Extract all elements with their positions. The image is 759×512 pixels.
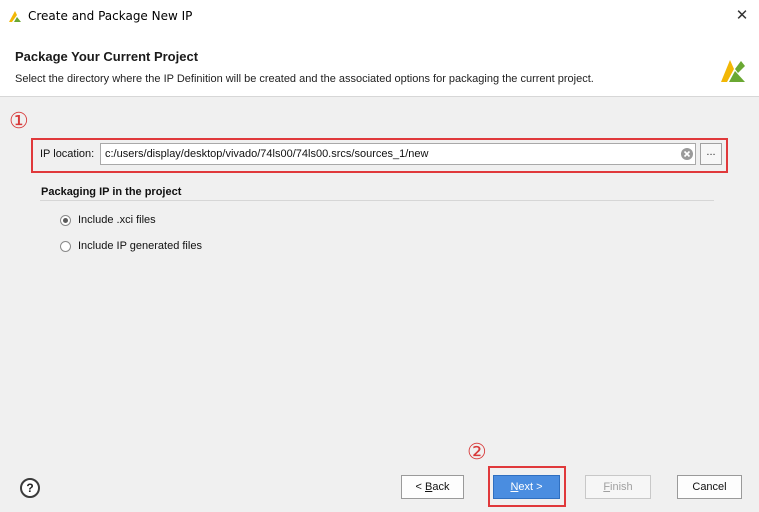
radio-label: Include .xci files <box>78 214 156 226</box>
cancel-button[interactable]: Cancel <box>677 475 742 499</box>
page-subtitle: Select the directory where the IP Defini… <box>15 73 594 85</box>
group-divider <box>40 200 714 201</box>
back-label-prefix: < <box>415 481 425 493</box>
finish-label-rest: inish <box>610 481 633 493</box>
xilinx-logo-icon <box>721 60 745 82</box>
radio-button[interactable] <box>60 240 71 252</box>
ip-location-input[interactable] <box>100 143 696 165</box>
help-icon: ? <box>26 481 34 495</box>
page-title: Package Your Current Project <box>15 49 199 64</box>
vivado-logo-icon <box>9 11 21 22</box>
radio-include-ip-generated[interactable]: Include IP generated files <box>60 238 202 254</box>
window-title: Create and Package New IP <box>28 9 193 23</box>
window-titlebar: Create and Package New IP ✕ <box>0 0 759 32</box>
close-button[interactable]: ✕ <box>733 5 751 25</box>
annotation-marker-1: ① <box>9 109 29 134</box>
back-label-rest: ack <box>432 481 450 493</box>
ip-location-label: IP location: <box>40 148 95 160</box>
help-button[interactable]: ? <box>20 478 40 498</box>
next-button[interactable]: Next > <box>493 475 560 499</box>
packaging-group-label: Packaging IP in the project <box>41 186 182 198</box>
radio-button-selected[interactable] <box>60 214 71 226</box>
finish-button: Finish <box>585 475 651 499</box>
close-icon: ✕ <box>735 6 749 24</box>
clear-icon[interactable] <box>680 147 694 161</box>
dialog-header: Package Your Current Project Select the … <box>0 32 759 97</box>
radio-include-xci[interactable]: Include .xci files <box>60 212 156 228</box>
next-label-rest: ext > <box>518 481 543 493</box>
annotation-marker-2: ② <box>467 440 487 465</box>
radio-label: Include IP generated files <box>78 240 202 252</box>
back-button[interactable]: < Back <box>401 475 464 499</box>
browse-button[interactable]: ... <box>700 143 722 165</box>
